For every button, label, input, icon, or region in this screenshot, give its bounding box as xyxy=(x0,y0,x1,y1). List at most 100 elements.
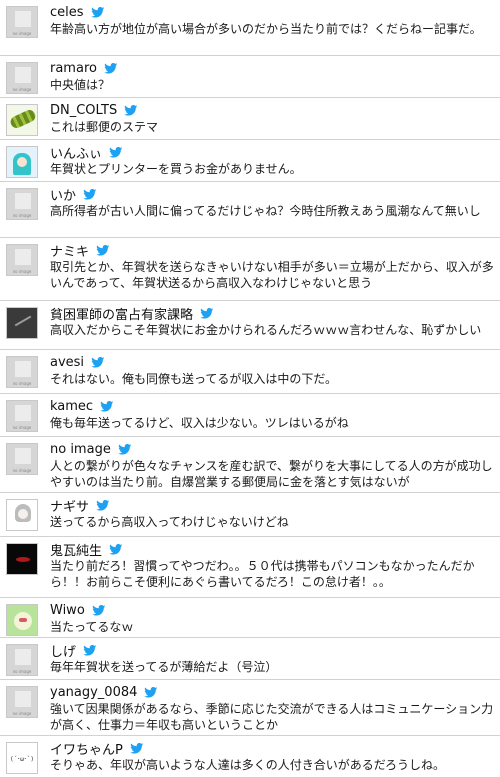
comment-header: いんふぃ xyxy=(50,143,496,162)
avatar-label: no image xyxy=(12,468,32,473)
username[interactable]: いんふぃ xyxy=(50,143,102,162)
avatar[interactable]: no image xyxy=(6,62,38,94)
comment-body: いんふぃ 年賀状とプリンターを買うお金がありません。 xyxy=(50,143,500,177)
username[interactable]: no image xyxy=(50,442,111,457)
avatar[interactable] xyxy=(6,543,38,575)
avatar-label: no image xyxy=(12,669,32,674)
username[interactable]: 鬼瓦純生 xyxy=(50,540,102,559)
comment-item: no image avesi それはない。俺も同僚も送ってるが収入は中の下だ。 xyxy=(0,350,500,394)
comment-body: yanagy_0084 強いて因果関係があるなら、季節に応じた交流ができる人はコミ… xyxy=(50,683,500,733)
comment-header: しげ xyxy=(50,641,496,660)
twitter-bird-icon[interactable] xyxy=(124,105,138,116)
comment-item: Wiwo 当たってるなｗ xyxy=(0,598,500,638)
comment-item: 鬼瓦純生 当たり前だろ！習慣ってやつだわ。。５０代は携帯もパソコンもなかったんだか… xyxy=(0,537,500,598)
comment-body: avesi それはない。俺も同僚も送ってるが収入は中の下だ。 xyxy=(50,353,500,387)
username[interactable]: ramaro xyxy=(50,61,97,76)
comment-body: しげ 毎年年賀状を送ってるが薄給だよ（号泣） xyxy=(50,641,500,675)
twitter-bird-icon[interactable] xyxy=(96,500,110,511)
comment-text: 高収入だからこそ年賀状にお金かけられるんだろｗｗｗ言わせんな、恥ずかしい xyxy=(50,323,482,337)
comment-header: いか xyxy=(50,185,496,204)
avatar[interactable] xyxy=(6,146,38,178)
avatar-label: no image xyxy=(12,213,32,218)
avatar[interactable]: no image xyxy=(6,6,38,38)
avatar[interactable] xyxy=(6,104,38,136)
comment-header: no image xyxy=(50,440,496,458)
twitter-bird-icon[interactable] xyxy=(144,687,158,698)
comment-header: 鬼瓦純生 xyxy=(50,540,496,559)
avatar[interactable]: no image xyxy=(6,443,38,475)
username[interactable]: DN_COLTS xyxy=(50,103,117,118)
username[interactable]: しげ xyxy=(50,641,76,660)
username[interactable]: avesi xyxy=(50,355,84,370)
avatar[interactable] xyxy=(6,604,38,636)
username[interactable]: Wiwo xyxy=(50,603,85,618)
comment-body: ramaro 中央値は？ xyxy=(50,59,500,93)
twitter-bird-icon[interactable] xyxy=(130,743,144,754)
avatar-emoticon: (´･ω･`) xyxy=(9,756,35,763)
comment-body: ナギサ 送ってるから高収入ってわけじゃないけどね xyxy=(50,496,500,530)
username[interactable]: 貧困軍師の富占有家課略 xyxy=(50,304,193,323)
username[interactable]: yanagy_0084 xyxy=(50,685,137,700)
comment-header: DN_COLTS xyxy=(50,101,496,119)
comment-body: kamec 俺も毎年送ってるけど、収入は少ない。ツレはいるがね xyxy=(50,397,500,431)
comment-item: no image ramaro 中央値は？ xyxy=(0,56,500,98)
comment-text: 年齢高い方が地位が高い場合が多いのだから当たり前では？くだらねー記事だ。 xyxy=(50,22,482,36)
username[interactable]: celes xyxy=(50,5,84,20)
twitter-bird-icon[interactable] xyxy=(100,401,114,412)
avatar[interactable]: no image xyxy=(6,356,38,388)
comment-text: 当たってるなｗ xyxy=(50,620,134,634)
comment-body: Wiwo 当たってるなｗ xyxy=(50,601,500,635)
avatar-label: no image xyxy=(12,87,32,92)
twitter-bird-icon[interactable] xyxy=(92,605,106,616)
avatar[interactable] xyxy=(6,499,38,531)
avatar[interactable]: no image xyxy=(6,644,38,676)
avatar[interactable] xyxy=(6,307,38,339)
comment-text: 中央値は？ xyxy=(50,78,111,92)
username[interactable]: kamec xyxy=(50,399,93,414)
twitter-bird-icon[interactable] xyxy=(83,189,97,200)
comment-item: DN_COLTS これは郵便のステマ xyxy=(0,98,500,140)
twitter-bird-icon[interactable] xyxy=(200,308,214,319)
comment-body: 貧困軍師の富占有家課略 高収入だからこそ年賀状にお金かけられるんだろｗｗｗ言わせん… xyxy=(50,304,500,338)
avatar-label: no image xyxy=(12,711,32,716)
twitter-bird-icon[interactable] xyxy=(91,7,105,18)
comment-header: 貧困軍師の富占有家課略 xyxy=(50,304,496,323)
comment-body: 鬼瓦純生 当たり前だろ！習慣ってやつだわ。。５０代は携帯もパソコンもなかったんだか… xyxy=(50,540,500,590)
comment-header: ナギサ xyxy=(50,496,496,515)
comment-text: 高所得者が古い人間に偏ってるだけじゃね？今時住所教えあう風潮なんて無いし xyxy=(50,204,481,218)
avatar[interactable]: no image xyxy=(6,400,38,432)
comment-text: 人との繋がりが色々なチャンスを産む訳で、繋がりを大事にしてる人の方が成功しやすい… xyxy=(50,459,493,489)
twitter-bird-icon[interactable] xyxy=(104,63,118,74)
username[interactable]: いか xyxy=(50,185,76,204)
comment-item: no image kamec 俺も毎年送ってるけど、収入は少ない。ツレはいるがね xyxy=(0,394,500,437)
comment-item: no image celes 年齢高い方が地位が高い場合が多いのだから当たり前では？… xyxy=(0,0,500,56)
comment-text: 毎年年賀状を送ってるが薄給だよ（号泣） xyxy=(50,660,278,674)
comment-header: yanagy_0084 xyxy=(50,683,496,701)
avatar-label: no image xyxy=(12,425,32,430)
username[interactable]: ナギサ xyxy=(50,496,89,515)
comment-header: イワちゃんP xyxy=(50,739,496,758)
username[interactable]: ナミキ xyxy=(50,241,89,260)
comment-item: (´･ω･`) イワちゃんP そりゃあ、年収が高いような人達は多くの人付き合いがある… xyxy=(0,736,500,778)
avatar[interactable]: (´･ω･`) xyxy=(6,742,38,774)
comment-body: ナミキ 取引先とか、年賀状を送らなきゃいけない相手が多い＝立場が上だから、収入が多… xyxy=(50,241,500,291)
avatar[interactable]: no image xyxy=(6,686,38,718)
avatar[interactable]: no image xyxy=(6,188,38,220)
comment-text: 当たり前だろ！習慣ってやつだわ。。５０代は携帯もパソコンもなかったんだから！！お… xyxy=(50,559,475,589)
comment-header: celes xyxy=(50,3,496,21)
comment-item: no image いか 高所得者が古い人間に偏ってるだけじゃね？今時住所教えあう風潮… xyxy=(0,182,500,238)
twitter-bird-icon[interactable] xyxy=(96,245,110,256)
twitter-bird-icon[interactable] xyxy=(109,544,123,555)
comment-body: いか 高所得者が古い人間に偏ってるだけじゃね？今時住所教えあう風潮なんて無いし xyxy=(50,185,500,219)
avatar-label: no image xyxy=(12,31,32,36)
twitter-bird-icon[interactable] xyxy=(118,444,132,455)
twitter-bird-icon[interactable] xyxy=(83,645,97,656)
avatar[interactable]: no image xyxy=(6,244,38,276)
username[interactable]: イワちゃんP xyxy=(50,739,123,758)
twitter-bird-icon[interactable] xyxy=(109,147,123,158)
twitter-bird-icon[interactable] xyxy=(91,357,105,368)
avatar-label: no image xyxy=(12,381,32,386)
comment-text: 年賀状とプリンターを買うお金がありません。 xyxy=(50,162,302,176)
comment-feed: no image celes 年齢高い方が地位が高い場合が多いのだから当たり前では？… xyxy=(0,0,500,778)
comment-item: no image no image 人との繋がりが色々なチャンスを産む訳で、繋がりを… xyxy=(0,437,500,493)
